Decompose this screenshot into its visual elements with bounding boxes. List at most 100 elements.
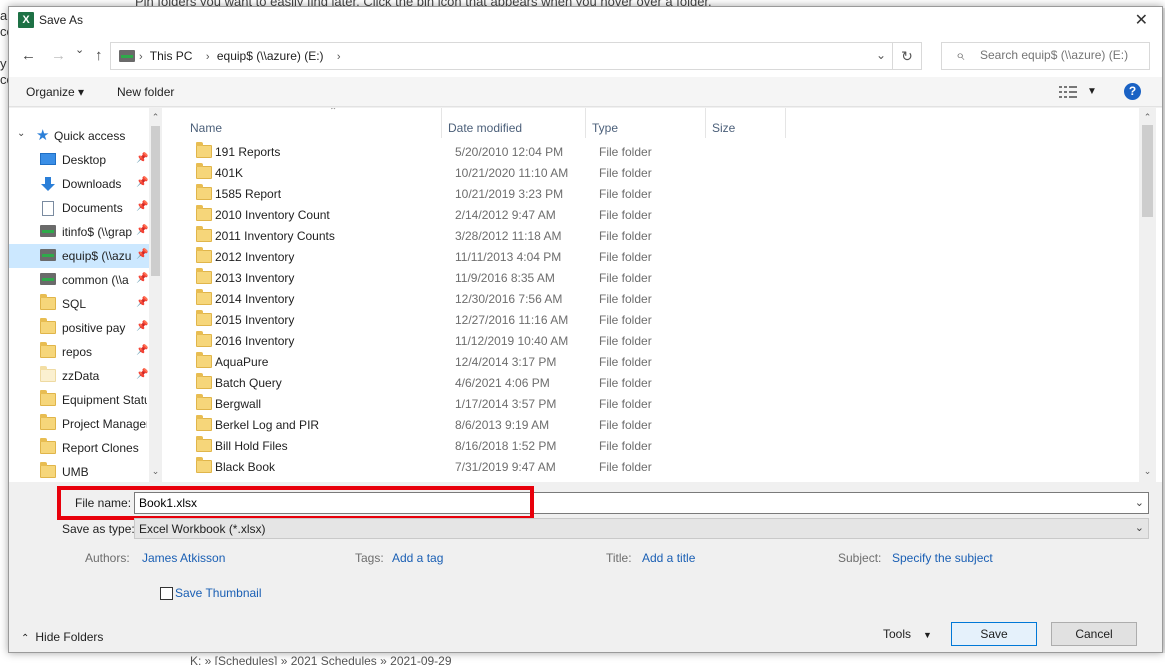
sidebar-item-itinfo[interactable]: itinfo$ (\\grap 📌 xyxy=(9,220,149,244)
file-type: File folder xyxy=(599,250,652,264)
sidebar-item-documents[interactable]: Documents 📌 xyxy=(9,196,149,220)
breadcrumb-separator[interactable]: › xyxy=(206,51,210,63)
sidebar-item-desktop[interactable]: Desktop 📌 xyxy=(9,148,149,172)
save-as-type-select[interactable]: Excel Workbook (*.xlsx) ⌄ xyxy=(134,518,1149,539)
breadcrumb: › This PC › equip$ (\\azure) (E:) › xyxy=(133,49,345,63)
pin-icon[interactable]: 📌 xyxy=(136,201,148,212)
pin-icon[interactable]: 📌 xyxy=(136,225,148,236)
search-box[interactable]: ⌕ xyxy=(941,42,1150,70)
address-dropdown-icon[interactable]: ⌄ xyxy=(876,48,886,62)
sidebar-item-common[interactable]: common (\\a 📌 xyxy=(9,268,149,292)
tools-button[interactable]: Tools ▼ xyxy=(883,627,932,641)
navigation-pane-scrollbar[interactable]: ⌃ ⌄ xyxy=(149,108,162,482)
pin-icon[interactable]: 📌 xyxy=(136,177,148,188)
address-bar[interactable]: › This PC › equip$ (\\azure) (E:) › ⌄ xyxy=(110,42,893,70)
file-list: Name ⌃ Date modified Type Size 191 Repor… xyxy=(162,108,1139,482)
breadcrumb-this-pc[interactable]: This PC xyxy=(150,49,193,63)
close-icon[interactable]: ✕ xyxy=(1135,10,1148,30)
table-row[interactable]: Batch Query 4/6/2021 4:06 PM File folder xyxy=(184,372,744,393)
sidebar-item-zzdata[interactable]: zzData 📌 xyxy=(9,364,149,388)
folder-icon xyxy=(196,289,212,305)
table-row[interactable]: AquaPure 12/4/2014 3:17 PM File folder xyxy=(184,351,744,372)
sidebar-item-equipment-status[interactable]: Equipment Statu xyxy=(9,388,149,412)
file-name-dropdown-icon[interactable]: ⌄ xyxy=(1135,496,1144,509)
table-row[interactable]: 191 Reports 5/20/2010 12:04 PM File folder xyxy=(184,141,744,162)
view-options-icon[interactable] xyxy=(1059,86,1077,98)
sidebar-item-equip[interactable]: equip$ (\\azu 📌 xyxy=(9,244,156,268)
file-type: File folder xyxy=(599,439,652,453)
table-row[interactable]: 2015 Inventory 12/27/2016 11:16 AM File fo… xyxy=(184,309,744,330)
sidebar-item-downloads[interactable]: Downloads 📌 xyxy=(9,172,149,196)
column-header-type[interactable]: Type xyxy=(586,108,706,138)
search-icon: ⌕ xyxy=(956,47,965,64)
breadcrumb-equip-drive[interactable]: equip$ (\\azure) (E:) xyxy=(217,49,324,63)
view-dropdown-icon[interactable]: ▼ xyxy=(1087,86,1097,97)
subject-field[interactable]: Specify the subject xyxy=(892,551,993,565)
file-date-modified: 11/12/2019 10:40 AM xyxy=(455,334,569,348)
organize-button[interactable]: Organize ▾ xyxy=(26,85,84,99)
table-row[interactable]: 401K 10/21/2020 11:10 AM File folder xyxy=(184,162,744,183)
back-icon[interactable]: ← xyxy=(21,47,36,64)
scroll-down-icon[interactable]: ⌄ xyxy=(149,466,162,477)
folder-icon xyxy=(196,394,212,410)
sidebar-item-umb[interactable]: UMB xyxy=(9,460,149,482)
table-row[interactable]: 2013 Inventory 11/9/2016 8:35 AM File fold… xyxy=(184,267,744,288)
scroll-up-icon[interactable]: ⌃ xyxy=(1139,112,1156,123)
breadcrumb-separator[interactable]: › xyxy=(337,51,341,63)
sidebar-item-positive-pay[interactable]: positive pay 📌 xyxy=(9,316,149,340)
search-input[interactable] xyxy=(980,48,1140,62)
table-row[interactable]: 2012 Inventory 11/11/2013 4:04 PM File fol… xyxy=(184,246,744,267)
sidebar-item-repos[interactable]: repos 📌 xyxy=(9,340,149,364)
pin-icon[interactable]: 📌 xyxy=(136,153,148,164)
file-name: Batch Query xyxy=(215,376,282,390)
scroll-up-icon[interactable]: ⌃ xyxy=(149,112,162,123)
save-thumbnail-checkbox[interactable] xyxy=(160,587,173,600)
pin-icon[interactable]: 📌 xyxy=(136,369,148,380)
sidebar-item-sql[interactable]: SQL 📌 xyxy=(9,292,149,316)
sidebar-item-label: zzData xyxy=(62,369,100,383)
table-row[interactable]: Berkel Log and PIR 8/6/2013 9:19 AM File f… xyxy=(184,414,744,435)
chevron-down-icon[interactable]: ⌄ xyxy=(17,128,25,139)
forward-icon[interactable]: → xyxy=(51,47,66,64)
pin-icon[interactable]: 📌 xyxy=(136,345,148,356)
refresh-icon[interactable]: ↻ xyxy=(893,42,922,70)
file-type: File folder xyxy=(599,397,652,411)
tools-label: Tools xyxy=(883,627,912,641)
scrollbar-thumb[interactable] xyxy=(1142,125,1153,217)
up-icon[interactable]: ↑ xyxy=(95,47,103,64)
table-row[interactable]: 2010 Inventory Count 2/14/2012 9:47 AM Fil… xyxy=(184,204,744,225)
save-thumbnail-label[interactable]: Save Thumbnail xyxy=(175,586,262,600)
table-row[interactable]: 2014 Inventory 12/30/2016 7:56 AM File fol… xyxy=(184,288,744,309)
table-row[interactable]: 2011 Inventory Counts 3/28/2012 11:18 AM F… xyxy=(184,225,744,246)
file-list-scrollbar[interactable]: ⌃ ⌄ xyxy=(1139,108,1156,482)
column-header-size[interactable]: Size xyxy=(706,108,786,138)
table-row[interactable]: Bill Hold Files 8/16/2018 1:52 PM File fol… xyxy=(184,435,744,456)
file-name: 2012 Inventory xyxy=(215,250,295,264)
sidebar-item-project-manager[interactable]: Project Manager xyxy=(9,412,149,436)
pin-icon[interactable]: 📌 xyxy=(136,249,148,260)
scrollbar-thumb[interactable] xyxy=(151,126,160,276)
scroll-down-icon[interactable]: ⌄ xyxy=(1139,466,1156,477)
column-header-name[interactable]: Name ⌃ xyxy=(184,108,442,138)
save-button[interactable]: Save xyxy=(951,622,1037,646)
recent-locations-chevron-icon[interactable]: ⌄ xyxy=(75,43,84,56)
help-icon[interactable]: ? xyxy=(1124,83,1141,100)
hide-folders-button[interactable]: ⌃ Hide Folders xyxy=(21,630,103,644)
table-row[interactable]: 1585 Report 10/21/2019 3:23 PM File folder xyxy=(184,183,744,204)
authors-field[interactable]: James Atkisson xyxy=(142,551,225,565)
table-row[interactable]: Black Book 7/31/2019 9:47 AM File folder xyxy=(184,456,744,477)
table-row[interactable]: 2016 Inventory 11/12/2019 10:40 AM File fo… xyxy=(184,330,744,351)
cancel-button[interactable]: Cancel xyxy=(1051,622,1137,646)
chevron-down-icon[interactable]: ⌄ xyxy=(1135,521,1144,534)
new-folder-button[interactable]: New folder xyxy=(117,85,174,99)
sidebar-item-report-clones[interactable]: Report Clones xyxy=(9,436,149,460)
sidebar-item-quick-access[interactable]: ⌄ ★ Quick access xyxy=(9,124,149,148)
pin-icon[interactable]: 📌 xyxy=(136,321,148,332)
table-row[interactable]: Bergwall 1/17/2014 3:57 PM File folder xyxy=(184,393,744,414)
pin-icon[interactable]: 📌 xyxy=(136,297,148,308)
column-header-date-modified[interactable]: Date modified xyxy=(442,108,586,138)
tags-field[interactable]: Add a tag xyxy=(392,551,443,565)
chevron-up-icon: ⌃ xyxy=(21,633,30,644)
pin-icon[interactable]: 📌 xyxy=(136,273,148,284)
title-field[interactable]: Add a title xyxy=(642,551,695,565)
